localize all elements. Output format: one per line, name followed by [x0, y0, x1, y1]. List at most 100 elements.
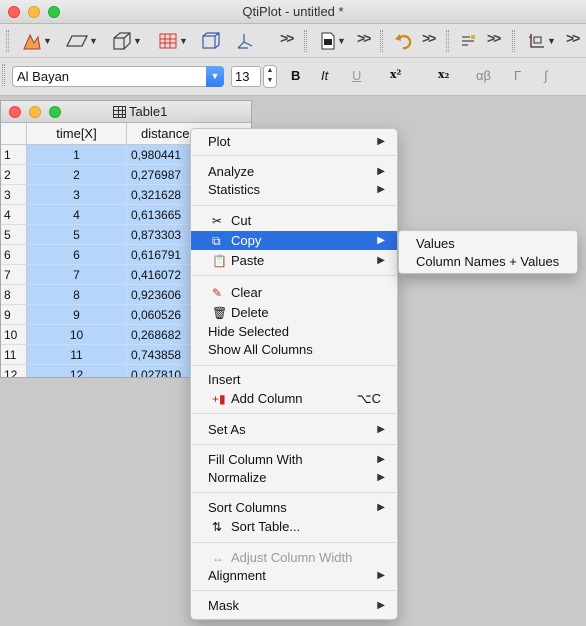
toolbar-grip[interactable]	[446, 30, 449, 52]
submenu-item-values[interactable]: Values	[399, 234, 577, 253]
menu-item-paste[interactable]: 📋 Paste ▶	[191, 251, 397, 270]
row-number[interactable]: 12	[1, 365, 27, 377]
cell-time[interactable]: 10	[27, 325, 127, 345]
row-number[interactable]: 10	[1, 325, 27, 345]
toolbar-grip[interactable]	[6, 30, 9, 52]
row-number[interactable]: 6	[1, 245, 27, 265]
corner-header[interactable]	[1, 123, 27, 145]
row-number[interactable]: 8	[1, 285, 27, 305]
menu-item-mask[interactable]: Mask ▶	[191, 596, 397, 615]
cell-time[interactable]: 6	[27, 245, 127, 265]
table-icon	[113, 105, 126, 118]
menu-item-delete[interactable]: 🗑 Delete	[191, 303, 397, 322]
eraser-icon: ✎	[212, 286, 223, 300]
toolbar-grip[interactable]	[512, 30, 515, 52]
menu-item-analyze[interactable]: Analyze ▶	[191, 162, 397, 181]
menu-separator	[192, 444, 396, 445]
row-number[interactable]: 1	[1, 145, 27, 165]
cell-time[interactable]: 5	[27, 225, 127, 245]
cell-time[interactable]: 3	[27, 185, 127, 205]
font-family-select[interactable]: Al Bayan ▼	[12, 66, 224, 87]
export-menu-button[interactable]: ▼	[320, 30, 346, 52]
menu-item-plot[interactable]: Plot ▶	[191, 132, 397, 151]
close-table-button[interactable]	[9, 106, 21, 118]
cell-time[interactable]: 9	[27, 305, 127, 325]
scissors-icon: ✂	[212, 214, 223, 228]
menu-item-show-all-columns[interactable]: Show All Columns	[191, 340, 397, 359]
menu-item-label: Plot	[208, 134, 231, 149]
toolbar-overflow-icon[interactable]: >>	[566, 30, 580, 46]
font-family-value: Al Bayan	[17, 69, 70, 84]
plot-icon	[23, 33, 41, 50]
chevron-down-icon[interactable]: ▼	[206, 66, 224, 87]
subscript-button[interactable]: x₂	[438, 68, 449, 81]
superscript-button[interactable]: x²	[390, 68, 401, 81]
bold-button[interactable]: B	[291, 68, 300, 83]
copy-submenu: Values Column Names + Values	[398, 230, 578, 274]
menu-item-label: Paste	[231, 253, 265, 268]
menu-item-insert[interactable]: Insert	[191, 370, 397, 389]
font-size-field[interactable]: 13	[231, 66, 261, 87]
submenu-arrow-icon: ▶	[377, 424, 385, 435]
table-title: Table1	[113, 104, 167, 119]
menu-item-statistics[interactable]: Statistics ▶	[191, 180, 397, 199]
submenu-arrow-icon: ▶	[377, 184, 385, 195]
zoom-table-button[interactable]	[49, 106, 61, 118]
axes-3d-button[interactable]	[234, 30, 254, 52]
row-number[interactable]: 2	[1, 165, 27, 185]
toolbar-grip[interactable]	[304, 30, 307, 52]
main-toolbar: ▼ ▼ ▼ ▼ >> ▼ >> >> >> ▼ >>	[0, 24, 586, 58]
menu-item-set-as[interactable]: Set As ▶	[191, 420, 397, 439]
row-number[interactable]: 9	[1, 305, 27, 325]
toolbar-overflow-icon[interactable]: >>	[487, 30, 501, 46]
toolbar-overflow-icon[interactable]: >>	[280, 30, 294, 46]
cell-time[interactable]: 8	[27, 285, 127, 305]
menu-item-sort-table[interactable]: ⇅ Sort Table...	[191, 517, 397, 536]
menu-item-alignment[interactable]: Alignment ▶	[191, 566, 397, 585]
menu-item-clear[interactable]: ✎ Clear	[191, 283, 397, 302]
plot-wizard-button[interactable]: ▼	[22, 30, 52, 52]
toolbar-overflow-icon[interactable]: >>	[422, 30, 436, 46]
plane-plot-button[interactable]: ▼	[66, 30, 98, 52]
menu-separator	[192, 205, 396, 206]
layer-menu-button[interactable]: ▼	[528, 30, 556, 52]
sort-icon: ⇅	[212, 520, 223, 534]
font-size-stepper[interactable]: ▲ ▼	[263, 65, 277, 88]
data-reader-button[interactable]	[460, 30, 476, 52]
cell-time[interactable]: 4	[27, 205, 127, 225]
cell-time[interactable]: 7	[27, 265, 127, 285]
cell-time[interactable]: 11	[27, 345, 127, 365]
trash-icon: 🗑	[212, 306, 228, 320]
cell-time[interactable]: 12	[27, 365, 127, 377]
menu-item-normalize[interactable]: Normalize ▶	[191, 468, 397, 487]
toolbar-grip[interactable]	[380, 30, 383, 52]
row-number[interactable]: 7	[1, 265, 27, 285]
minimize-table-button[interactable]	[29, 106, 41, 118]
menu-item-add-column[interactable]: +▮ Add Column ⌥C	[191, 389, 397, 408]
toolbar-grip[interactable]	[2, 64, 5, 86]
menu-item-sort-columns[interactable]: Sort Columns ▶	[191, 498, 397, 517]
menu-item-cut[interactable]: ✂ Cut	[191, 211, 397, 230]
integral-button[interactable]: ∫	[544, 68, 548, 83]
row-number[interactable]: 3	[1, 185, 27, 205]
cube-plot-button[interactable]: ▼	[112, 30, 142, 52]
matrix-plot-button[interactable]: ▼	[158, 30, 188, 52]
submenu-item-column-names-values[interactable]: Column Names + Values	[399, 252, 577, 271]
row-number[interactable]: 11	[1, 345, 27, 365]
toolbar-overflow-icon[interactable]: >>	[357, 30, 371, 46]
greek-lower-button[interactable]: αβ	[476, 68, 491, 83]
add-column-icon: +▮	[212, 392, 226, 406]
3d-box-button[interactable]	[200, 30, 220, 52]
column-header-time[interactable]: time[X]	[27, 123, 127, 145]
menu-item-copy[interactable]: ⧉ Copy ▶	[191, 231, 397, 250]
row-number[interactable]: 4	[1, 205, 27, 225]
greek-upper-button[interactable]: Γ	[514, 68, 521, 83]
cell-time[interactable]: 1	[27, 145, 127, 165]
undo-button[interactable]	[394, 30, 412, 52]
row-number[interactable]: 5	[1, 225, 27, 245]
cell-time[interactable]: 2	[27, 165, 127, 185]
menu-item-hide-selected[interactable]: Hide Selected	[191, 322, 397, 341]
italic-button[interactable]: It	[321, 68, 328, 83]
menu-item-fill-column-with[interactable]: Fill Column With ▶	[191, 450, 397, 469]
underline-button[interactable]: U	[352, 68, 361, 83]
